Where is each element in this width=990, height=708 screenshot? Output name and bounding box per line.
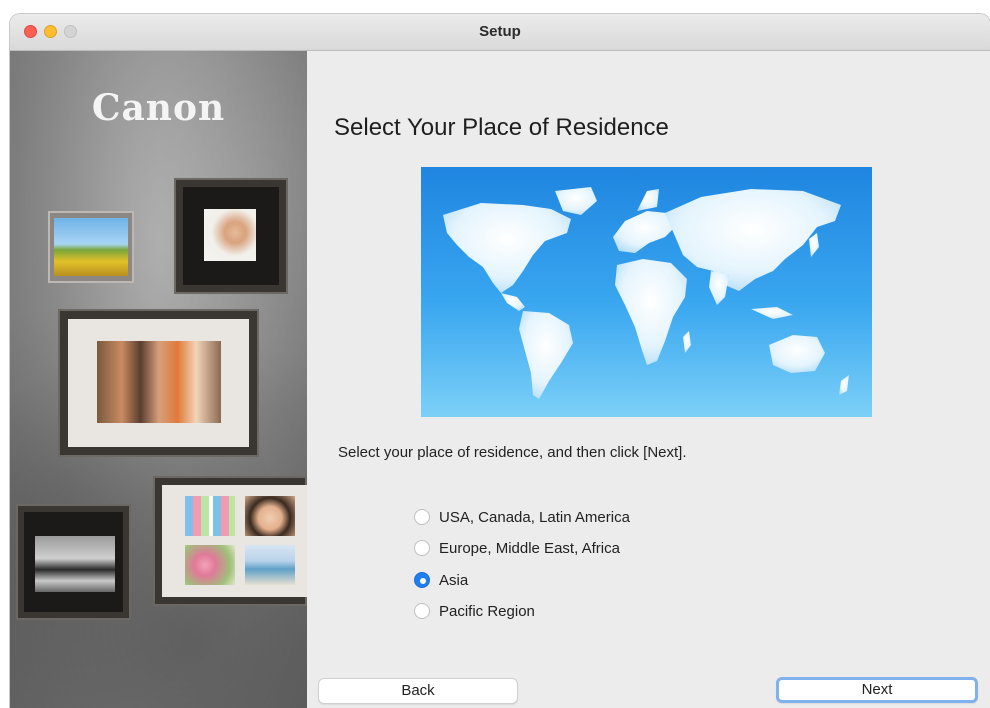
decorative-side-panel: Canon	[10, 51, 307, 708]
instruction-text: Select your place of residence, and then…	[338, 444, 687, 461]
sunflower-photo-frame	[48, 211, 134, 283]
flowers-photo	[185, 545, 235, 585]
next-button[interactable]: Next	[776, 677, 978, 703]
group-photo	[97, 341, 221, 423]
radio-label: USA, Canada, Latin America	[439, 508, 630, 526]
radio-button-selected-icon[interactable]	[414, 572, 430, 588]
toys-photo	[185, 496, 235, 536]
title-bar: Setup	[10, 14, 990, 51]
radio-label: Europe, Middle East, Africa	[439, 539, 620, 557]
radio-pacific-region[interactable]: Pacific Region	[414, 600, 535, 622]
vintage-photo	[35, 536, 115, 592]
group-photo-frame	[58, 309, 259, 457]
back-button[interactable]: Back	[318, 678, 518, 704]
baby-photo	[204, 209, 256, 261]
radio-europe-middle-east-africa[interactable]: Europe, Middle East, Africa	[414, 537, 620, 559]
canon-logo: Canon	[91, 87, 226, 129]
sunflower-photo	[54, 218, 128, 276]
radio-button-icon[interactable]	[414, 603, 430, 619]
radio-asia[interactable]: Asia	[414, 569, 468, 591]
collage-photo-frame	[153, 476, 307, 606]
house-photo	[245, 545, 295, 585]
world-map-image	[421, 167, 872, 417]
radio-usa-canada-latin-america[interactable]: USA, Canada, Latin America	[414, 506, 630, 528]
vintage-photo-frame	[16, 504, 131, 620]
radio-button-icon[interactable]	[414, 540, 430, 556]
radio-label: Asia	[439, 571, 469, 589]
baby-photo-frame	[174, 178, 288, 294]
window-title: Setup	[479, 23, 521, 40]
world-map-icon	[443, 187, 849, 399]
page-title: Select Your Place of Residence	[334, 114, 669, 141]
radio-label: Pacific Region	[439, 602, 535, 620]
girl-photo	[245, 496, 295, 536]
setup-window: Setup Canon Select Your Place of Residen…	[10, 14, 990, 708]
main-content: Select Your Place of Residence Select yo…	[307, 51, 990, 708]
radio-button-icon[interactable]	[414, 509, 430, 525]
